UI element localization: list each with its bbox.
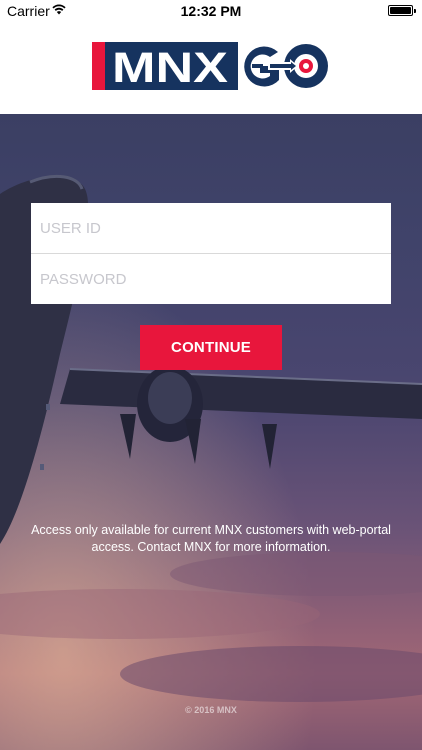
status-bar: Carrier 12:32 PM [0,0,422,22]
copyright: © 2016 MNX [185,705,237,715]
continue-button[interactable]: CONTINUE [140,325,282,370]
mnx-go-logo: MNX ® [92,42,328,92]
password-input[interactable] [31,254,391,304]
access-notice: Access only available for current MNX cu… [31,523,391,554]
battery-icon [388,5,416,16]
logo-text-mnx: MNX [112,44,228,92]
registered-mark: ® [232,44,238,53]
user-id-input[interactable] [31,203,391,253]
login-form [31,203,391,304]
header: MNX ® [0,22,422,114]
clock: 12:32 PM [180,3,242,19]
